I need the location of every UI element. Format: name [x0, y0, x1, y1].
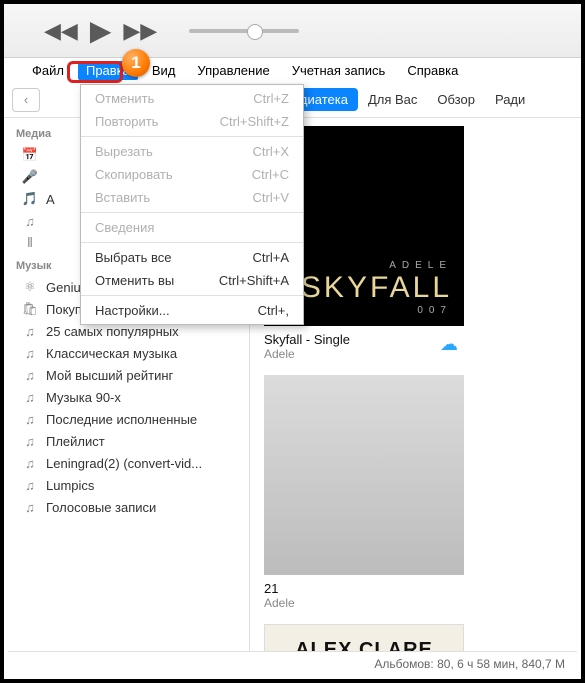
sidebar-item[interactable]: ♫ Последние исполненные: [4, 408, 249, 430]
album-artist: Adele: [264, 596, 464, 610]
dd-paste[interactable]: ВставитьCtrl+V: [81, 186, 303, 209]
album-cover[interactable]: [264, 375, 464, 575]
sidebar-item[interactable]: ♫ Lumpics: [4, 474, 249, 496]
album-artist: Adele: [264, 347, 464, 361]
volume-slider[interactable]: [189, 29, 299, 33]
sidebar-icon: 🎵: [22, 191, 38, 207]
album-title: 21: [264, 581, 464, 596]
sidebar-label: 25 самых популярных: [46, 324, 179, 339]
sidebar-icon: 📅: [22, 147, 38, 163]
next-button[interactable]: ▶▶: [123, 18, 157, 44]
sidebar-label: Lumpics: [46, 478, 94, 493]
dd-cut[interactable]: ВырезатьCtrl+X: [81, 140, 303, 163]
sidebar-icon: ⚛: [22, 279, 38, 295]
status-text: Альбомов: 80, 6 ч 58 мин, 840,7 М: [374, 657, 565, 671]
sidebar-icon: ♫: [22, 499, 38, 515]
sidebar-icon: ♫: [22, 389, 38, 405]
sidebar-label: Голосовые записи: [46, 500, 156, 515]
menu-file[interactable]: Файл: [24, 61, 72, 80]
cloud-download-icon[interactable]: ☁: [440, 334, 458, 355]
dd-settings[interactable]: Настройки...Ctrl+,: [81, 299, 303, 322]
tab-browse[interactable]: Обзор: [427, 88, 485, 111]
sidebar-item[interactable]: ♫ Классическая музыка: [4, 342, 249, 364]
sidebar-icon: ♫: [22, 477, 38, 493]
album-title: Skyfall - Single: [264, 332, 464, 347]
sidebar-item[interactable]: ♫ Музыка 90-х: [4, 386, 249, 408]
player-bar: ◀◀ ▶ ▶▶: [4, 4, 581, 58]
back-button[interactable]: ‹: [12, 88, 40, 112]
dd-info[interactable]: Сведения: [81, 216, 303, 239]
menu-controls[interactable]: Управление: [189, 61, 277, 80]
sidebar-icon: 🎤: [22, 169, 38, 185]
status-bar: Альбомов: 80, 6 ч 58 мин, 840,7 М: [8, 651, 577, 675]
sidebar-item[interactable]: ♫ Голосовые записи: [4, 496, 249, 518]
edit-dropdown-menu: ОтменитьCtrl+Z ПовторитьCtrl+Shift+Z Выр…: [80, 84, 304, 325]
dd-select-all[interactable]: Выбрать всеCtrl+A: [81, 246, 303, 269]
sidebar-label: Музыка 90-х: [46, 390, 121, 405]
sidebar-icon: ♫: [22, 433, 38, 449]
tab-for-you[interactable]: Для Вас: [358, 88, 427, 111]
tab-radio[interactable]: Ради: [485, 88, 535, 111]
sidebar-icon: ♫: [22, 213, 38, 229]
sidebar-icon: ♫: [22, 411, 38, 427]
menu-account[interactable]: Учетная запись: [284, 61, 394, 80]
sidebar-icon: ♫: [22, 345, 38, 361]
album-item[interactable]: ALEX CLARETHE LATENESS OF THE HOURThe La…: [264, 624, 464, 651]
menu-view[interactable]: Вид: [144, 61, 184, 80]
dd-redo[interactable]: ПовторитьCtrl+Shift+Z: [81, 110, 303, 133]
sidebar-item[interactable]: ♫ Плейлист: [4, 430, 249, 452]
sidebar-label: Последние исполненные: [46, 412, 197, 427]
sidebar-icon: ♫: [22, 455, 38, 471]
dd-copy[interactable]: СкопироватьCtrl+C: [81, 163, 303, 186]
sidebar-label: Leningrad(2) (convert-vid...: [46, 456, 202, 471]
dd-deselect[interactable]: Отменить выCtrl+Shift+A: [81, 269, 303, 292]
sidebar-item[interactable]: ♫ Leningrad(2) (convert-vid...: [4, 452, 249, 474]
sidebar-label: Мой высший рейтинг: [46, 368, 173, 383]
dd-undo[interactable]: ОтменитьCtrl+Z: [81, 87, 303, 110]
sidebar-icon: ♫: [22, 323, 38, 339]
previous-button[interactable]: ◀◀: [44, 18, 78, 44]
menu-bar: Файл Правка Вид Управление Учетная запис…: [4, 58, 581, 82]
album-cover[interactable]: ALEX CLARETHE LATENESS OF THE HOUR: [264, 624, 464, 651]
sidebar-label: Плейлист: [46, 434, 105, 449]
sidebar-icon: ⫴: [22, 235, 38, 251]
sidebar-icon: ♫: [22, 367, 38, 383]
sidebar-label: Классическая музыка: [46, 346, 177, 361]
menu-help[interactable]: Справка: [399, 61, 466, 80]
menu-edit[interactable]: Правка: [78, 61, 138, 80]
album-item[interactable]: 21Adele: [264, 375, 464, 610]
sidebar-item[interactable]: ♫ Мой высший рейтинг: [4, 364, 249, 386]
sidebar-label: А: [46, 192, 55, 207]
play-button[interactable]: ▶: [90, 14, 112, 47]
sidebar-icon: 🛍: [22, 301, 38, 317]
